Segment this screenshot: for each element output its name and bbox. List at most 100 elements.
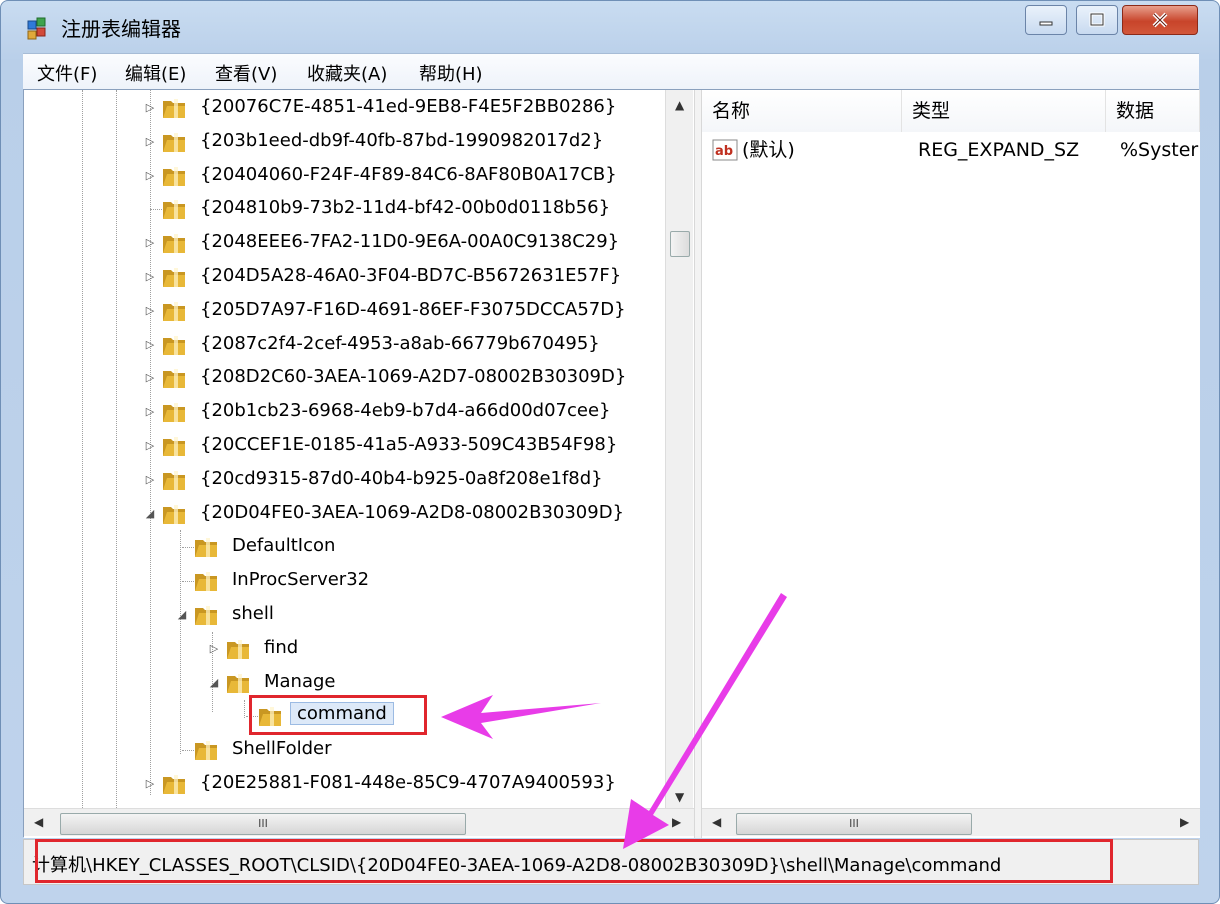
menu-file[interactable]: 文件(F) xyxy=(37,60,97,86)
menu-favorites[interactable]: 收藏夹(A) xyxy=(307,60,387,86)
tree-item-label: {205D7A97-F16D-4691-86EF-F3075DCCA57D} xyxy=(200,298,626,320)
scroll-down-icon[interactable]: ▼ xyxy=(675,790,684,804)
folder-icon xyxy=(195,741,217,761)
collapsed-arrow-icon[interactable]: ▷ xyxy=(144,102,156,114)
tree-item-label: {204810b9-73b2-11d4-bf42-00b0d0118b56} xyxy=(200,197,611,219)
tree-item[interactable]: ▷ {205D7A97-F16D-4691-86EF-F3075DCCA57D} xyxy=(24,294,664,328)
scroll-right-icon[interactable]: ▶ xyxy=(672,815,681,829)
tree-item-label: {20404060-F24F-4F89-84C6-8AF80B0A17CB} xyxy=(200,163,617,185)
scroll-left-icon[interactable]: ◀ xyxy=(712,815,721,829)
collapsed-arrow-icon[interactable]: ▷ xyxy=(144,304,156,317)
registry-editor-icon xyxy=(27,17,46,40)
folder-icon xyxy=(163,301,185,321)
grip-icon: III xyxy=(258,817,268,830)
tree-item-label: {20CCEF1E-0185-41a5-A933-509C43B54F98} xyxy=(200,434,618,455)
tree-item[interactable]: ▷ {2048EEE6-7FA2-11D0-9E6A-00A0C9138C29} xyxy=(24,226,664,260)
client-area: ▷ {20076C7E-4851-41ed-9EB8-F4E5F2BB0286} ▷… xyxy=(23,89,1200,838)
folder-icon xyxy=(163,268,185,287)
folder-icon xyxy=(163,437,185,456)
collapsed-arrow-icon[interactable]: ▷ xyxy=(208,642,220,655)
tree-item-label: {20cd9315-87d0-40b4-b925-0a8f208e1f8d} xyxy=(200,467,603,489)
tree-item[interactable]: {204810b9-73b2-11d4-bf42-00b0d0118b56} xyxy=(24,192,664,226)
collapsed-arrow-icon[interactable]: ▷ xyxy=(144,135,156,148)
value-list[interactable]: 名称 类型 数据 ab (默认) REG_EXPAND_SZ %Syster ◀… xyxy=(702,90,1200,838)
scroll-right-icon[interactable]: ▶ xyxy=(1180,815,1189,829)
tree-item[interactable]: ShellFolder xyxy=(24,733,664,767)
tree-item-label: Manage xyxy=(264,670,336,692)
tree-horizontal-scrollbar[interactable]: ◀ III ▶ xyxy=(24,808,694,836)
folder-icon xyxy=(227,673,249,693)
collapsed-arrow-icon[interactable]: ▷ xyxy=(144,237,156,249)
title-bar[interactable]: 注册表编辑器 xyxy=(1,1,1219,51)
folder-icon xyxy=(195,538,217,558)
column-header-type[interactable]: 类型 xyxy=(902,90,1106,132)
tree-item-label: {20D04FE0-3AEA-1069-A2D8-08002B30309D} xyxy=(200,501,625,523)
tree-item[interactable]: ▷ {20076C7E-4851-41ed-9EB8-F4E5F2BB0286} xyxy=(24,91,664,125)
minimize-button[interactable] xyxy=(1025,5,1067,35)
svg-text:ab: ab xyxy=(715,144,733,159)
tree-item[interactable]: ◢ shell xyxy=(24,598,664,632)
expanded-arrow-icon[interactable]: ◢ xyxy=(176,609,188,621)
tree-item[interactable]: ▷ {20b1cb23-6968-4eb9-b7d4-a66d00d07cee} xyxy=(24,395,664,429)
scroll-left-icon[interactable]: ◀ xyxy=(34,815,43,829)
value-type: REG_EXPAND_SZ xyxy=(918,139,1080,161)
tree-item[interactable]: ▷ {203b1eed-db9f-40fb-87bd-1990982017d2} xyxy=(24,125,664,159)
tree-item-label: {204D5A28-46A0-3F04-BD7C-B5672631E57F} xyxy=(200,265,622,286)
tree-item-label: {20b1cb23-6968-4eb9-b7d4-a66d00d07cee} xyxy=(200,400,611,422)
collapsed-arrow-icon[interactable]: ▷ xyxy=(144,338,156,351)
window-title: 注册表编辑器 xyxy=(61,17,181,41)
tree-item-label: {20E25881-F081-448e-85C9-4707A9400593} xyxy=(200,772,616,793)
string-value-ab-icon: ab xyxy=(712,139,738,161)
tree-item-label: {203b1eed-db9f-40fb-87bd-1990982017d2} xyxy=(200,129,604,151)
highlight-box-command xyxy=(249,695,427,735)
menu-edit[interactable]: 编辑(E) xyxy=(125,60,186,86)
column-header-name[interactable]: 名称 xyxy=(702,90,902,132)
folder-icon xyxy=(163,99,185,118)
maximize-icon xyxy=(1089,12,1105,27)
menu-help[interactable]: 帮助(H) xyxy=(419,60,483,86)
tree-item-label: {2048EEE6-7FA2-11D0-9E6A-00A0C9138C29} xyxy=(200,231,620,253)
folder-icon xyxy=(163,132,185,152)
tree-vertical-scroll-thumb[interactable] xyxy=(670,231,690,257)
menu-bar: 文件(F) 编辑(E) 查看(V) 收藏夹(A) 帮助(H) xyxy=(23,53,1199,89)
list-horizontal-scrollbar[interactable]: ◀ III ▶ xyxy=(702,808,1200,836)
tree-item[interactable]: ▷ {208D2C60-3AEA-1069-A2D7-08002B30309D} xyxy=(24,361,664,395)
tree-item-label: InProcServer32 xyxy=(232,569,370,591)
pane-splitter[interactable] xyxy=(694,90,702,838)
tree-item-label: shell xyxy=(232,603,274,624)
scroll-up-icon[interactable]: ▲ xyxy=(675,98,684,112)
tree-item[interactable]: ◢ {20D04FE0-3AEA-1069-A2D8-08002B30309D} xyxy=(24,497,664,531)
collapsed-arrow-icon[interactable]: ▷ xyxy=(144,406,156,418)
tree-item[interactable]: DefaultIcon xyxy=(24,530,664,564)
collapsed-arrow-icon[interactable]: ▷ xyxy=(144,440,156,452)
list-horizontal-scroll-thumb[interactable]: III xyxy=(736,813,972,835)
tree-item[interactable]: ▷ {204D5A28-46A0-3F04-BD7C-B5672631E57F} xyxy=(24,260,664,294)
collapsed-arrow-icon[interactable]: ▷ xyxy=(144,473,156,486)
folder-icon xyxy=(163,403,185,423)
tree-item[interactable]: ▷ find xyxy=(24,632,664,666)
tree-item[interactable]: ▷ {2087c2f4-2cef-4953-a8ab-66779b670495} xyxy=(24,328,664,362)
minimize-icon xyxy=(1039,21,1053,26)
expanded-arrow-icon[interactable]: ◢ xyxy=(144,507,156,520)
collapsed-arrow-icon[interactable]: ▷ xyxy=(144,169,156,182)
folder-icon xyxy=(163,166,185,186)
collapsed-arrow-icon[interactable]: ▷ xyxy=(144,372,156,384)
maximize-button[interactable] xyxy=(1076,5,1118,35)
collapsed-arrow-icon[interactable]: ▷ xyxy=(144,271,156,283)
tree-item-label: find xyxy=(264,636,299,658)
tree-vertical-scrollbar[interactable]: ▲ ▼ xyxy=(665,90,693,808)
tree-item-label: DefaultIcon xyxy=(232,535,336,557)
tree-item[interactable]: ▷ {20cd9315-87d0-40b4-b925-0a8f208e1f8d} xyxy=(24,463,664,497)
column-header-data[interactable]: 数据 xyxy=(1106,90,1200,132)
tree-item[interactable]: ▷ {20404060-F24F-4F89-84C6-8AF80B0A17CB} xyxy=(24,159,664,193)
menu-view[interactable]: 查看(V) xyxy=(215,60,277,86)
expanded-arrow-icon[interactable]: ◢ xyxy=(208,676,220,689)
tree-item[interactable]: ▷ {20CCEF1E-0185-41a5-A933-509C43B54F98} xyxy=(24,429,664,463)
tree-horizontal-scroll-thumb[interactable]: III xyxy=(60,813,466,835)
tree-item[interactable]: ▷ {20E25881-F081-448e-85C9-4707A9400593} xyxy=(24,767,664,801)
tree-item-label: ShellFolder xyxy=(232,738,332,760)
close-button[interactable] xyxy=(1122,5,1198,35)
collapsed-arrow-icon[interactable]: ▷ xyxy=(144,778,156,790)
tree-item[interactable]: InProcServer32 xyxy=(24,564,664,598)
highlight-box-path xyxy=(35,839,1113,883)
